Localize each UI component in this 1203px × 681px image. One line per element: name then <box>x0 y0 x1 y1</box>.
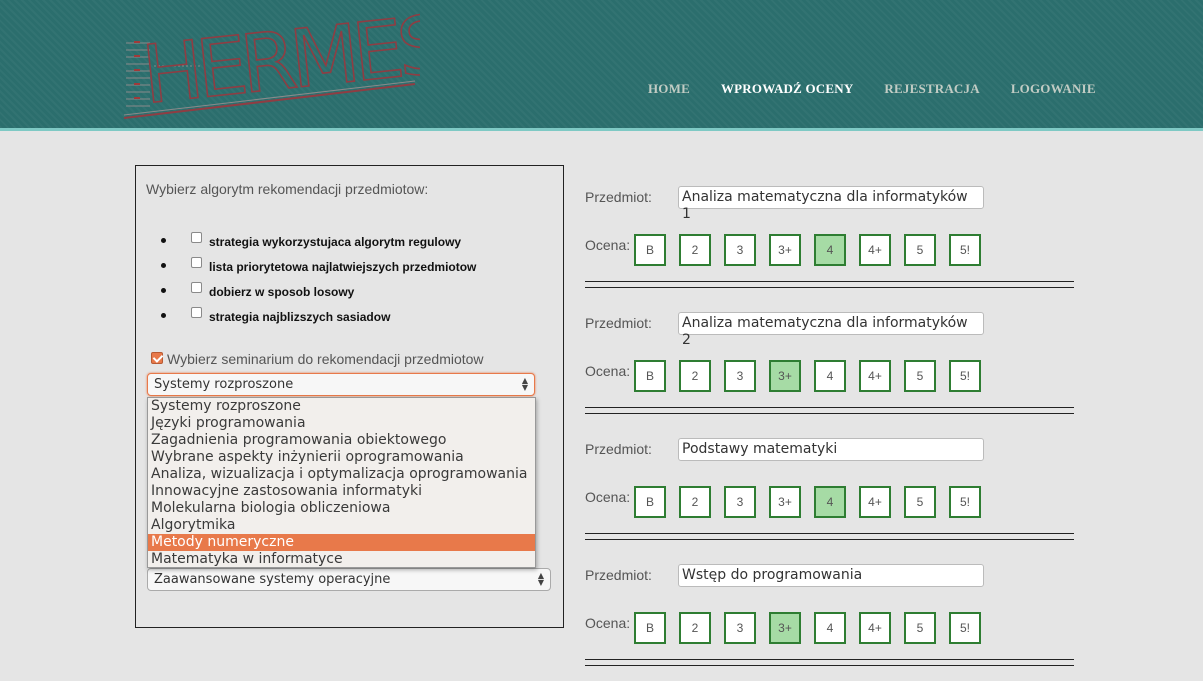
grade-button[interactable]: 3 <box>724 486 756 518</box>
grade-button[interactable]: 5 <box>904 234 936 266</box>
grade-button[interactable]: 5! <box>949 486 981 518</box>
algorithm-label: dobierz w sposob losowy <box>209 284 355 299</box>
subject-name-field[interactable]: Podstawy matematyki <box>678 438 984 461</box>
grade-button[interactable]: 4+ <box>859 612 891 644</box>
grade-button[interactable]: 5! <box>949 612 981 644</box>
main-nav: HOME WPROWADŹ OCENY REJESTRACJA LOGOWANI… <box>648 81 1127 97</box>
divider <box>585 659 1074 666</box>
dropdown-option-highlighted[interactable]: Metody numeryczne <box>148 534 535 551</box>
subject-name-field[interactable]: Analiza matematyczna dla informatyków 2 <box>678 312 984 348</box>
grade-button[interactable]: B <box>634 234 666 266</box>
divider <box>585 407 1074 414</box>
dropdown-option[interactable]: Zagadnienia programowania obiektowego <box>148 432 535 449</box>
algorithm-item: strategia najblizszych sasiadow <box>160 304 476 329</box>
algorithm-checkbox[interactable] <box>191 282 202 293</box>
subject-label: Przedmiot: <box>585 567 652 583</box>
grade-button[interactable]: 3+ <box>769 360 801 392</box>
nav-wprowadz-oceny[interactable]: WPROWADŹ OCENY <box>721 81 853 97</box>
site-header: HERMES HOME WPROWADŹ OCENY REJESTRACJA L… <box>0 0 1203 131</box>
subject-label: Przedmiot: <box>585 189 652 205</box>
dropdown-option[interactable]: Języki programowania <box>148 415 535 432</box>
nav-rejestracja[interactable]: REJESTRACJA <box>884 81 979 97</box>
algorithm-label: lista priorytetowa najlatwiejszych przed… <box>209 259 477 274</box>
grade-label: Ocena: <box>585 489 631 505</box>
select-arrows-icon: ▲ ▼ <box>537 571 544 587</box>
grade-button[interactable]: 4+ <box>859 486 891 518</box>
grade-button[interactable]: 4 <box>814 486 846 518</box>
dropdown-option[interactable]: Matematyka w informatyce <box>148 551 535 568</box>
grade-button[interactable]: 2 <box>679 234 711 266</box>
algorithm-checkbox[interactable] <box>191 232 202 243</box>
seminar-select-1[interactable]: Systemy rozproszone ▲ ▼ <box>147 373 535 396</box>
divider <box>585 533 1074 540</box>
divider <box>585 281 1074 288</box>
seminar-select-1-value: Systemy rozproszone <box>154 377 294 392</box>
select-arrows-icon: ▲ ▼ <box>521 376 528 392</box>
seminar-label: Wybierz seminarium do rekomendacji przed… <box>167 351 484 367</box>
grade-button[interactable]: 2 <box>679 486 711 518</box>
nav-home[interactable]: HOME <box>648 81 690 97</box>
grade-button[interactable]: 3+ <box>769 486 801 518</box>
dropdown-option[interactable]: Molekularna biologia obliczeniowa <box>148 500 535 517</box>
dropdown-option[interactable]: Analiza, wizualizacja i optymalizacja op… <box>148 466 535 483</box>
grade-button[interactable]: 5 <box>904 612 936 644</box>
grade-button[interactable]: B <box>634 360 666 392</box>
subject-label: Przedmiot: <box>585 441 652 457</box>
seminar-checkbox[interactable] <box>151 352 163 364</box>
grade-button[interactable]: 2 <box>679 360 711 392</box>
grade-button[interactable]: B <box>634 612 666 644</box>
dropdown-option[interactable]: Innowacyjne zastosowania informatyki <box>148 483 535 500</box>
grade-button[interactable]: 4+ <box>859 360 891 392</box>
algorithm-item: dobierz w sposob losowy <box>160 279 476 304</box>
grade-button[interactable]: 3+ <box>769 234 801 266</box>
algorithm-item: lista priorytetowa najlatwiejszych przed… <box>160 254 477 279</box>
grade-button[interactable]: 4+ <box>859 234 891 266</box>
dropdown-option[interactable]: Wybrane aspekty inżynierii oprogramowani… <box>148 449 535 466</box>
algorithm-checkbox[interactable] <box>191 307 202 318</box>
grade-button[interactable]: 5 <box>904 360 936 392</box>
grade-button[interactable]: 5 <box>904 486 936 518</box>
grade-button[interactable]: 4 <box>814 360 846 392</box>
grade-button[interactable]: 2 <box>679 612 711 644</box>
algorithm-list: strategia wykorzystujaca algorytm regulo… <box>160 229 477 329</box>
grade-button[interactable]: 3 <box>724 612 756 644</box>
logo-graphic-icon: HERMES <box>123 8 420 123</box>
grade-label: Ocena: <box>585 615 631 631</box>
seminar-select-2[interactable]: Zaawansowane systemy operacyjne ▲ ▼ <box>147 568 551 591</box>
subject-name-field[interactable]: Analiza matematyczna dla informatyków 1 <box>678 186 984 222</box>
grade-button[interactable]: 3 <box>724 360 756 392</box>
dropdown-option[interactable]: Systemy rozproszone <box>148 398 535 415</box>
grade-button[interactable]: 3 <box>724 234 756 266</box>
grade-button[interactable]: 5! <box>949 360 981 392</box>
subject-label: Przedmiot: <box>585 315 652 331</box>
algorithm-heading: Wybierz algorytm rekomendacji przedmioto… <box>146 181 429 197</box>
seminar-select-2-value: Zaawansowane systemy operacyjne <box>154 572 391 587</box>
grade-button[interactable]: 4 <box>814 612 846 644</box>
svg-text:HERMES: HERMES <box>138 8 420 122</box>
subject-name-field[interactable]: Wstęp do programowania <box>678 564 984 587</box>
grade-button[interactable]: 3+ <box>769 612 801 644</box>
dropdown-option[interactable]: Algorytmika <box>148 517 535 534</box>
grade-button[interactable]: B <box>634 486 666 518</box>
algorithm-checkbox[interactable] <box>191 257 202 268</box>
hermes-logo[interactable]: HERMES <box>120 8 420 123</box>
nav-logowanie[interactable]: LOGOWANIE <box>1011 81 1096 97</box>
algorithm-label: strategia wykorzystujaca algorytm regulo… <box>209 234 462 249</box>
grade-label: Ocena: <box>585 237 631 253</box>
grade-button[interactable]: 4 <box>814 234 846 266</box>
grade-label: Ocena: <box>585 363 631 379</box>
seminar-dropdown-list: Systemy rozproszone Języki programowania… <box>147 397 536 568</box>
grade-button[interactable]: 5! <box>949 234 981 266</box>
algorithm-label: strategia najblizszych sasiadow <box>209 309 391 324</box>
algorithm-item: strategia wykorzystujaca algorytm regulo… <box>160 229 476 254</box>
